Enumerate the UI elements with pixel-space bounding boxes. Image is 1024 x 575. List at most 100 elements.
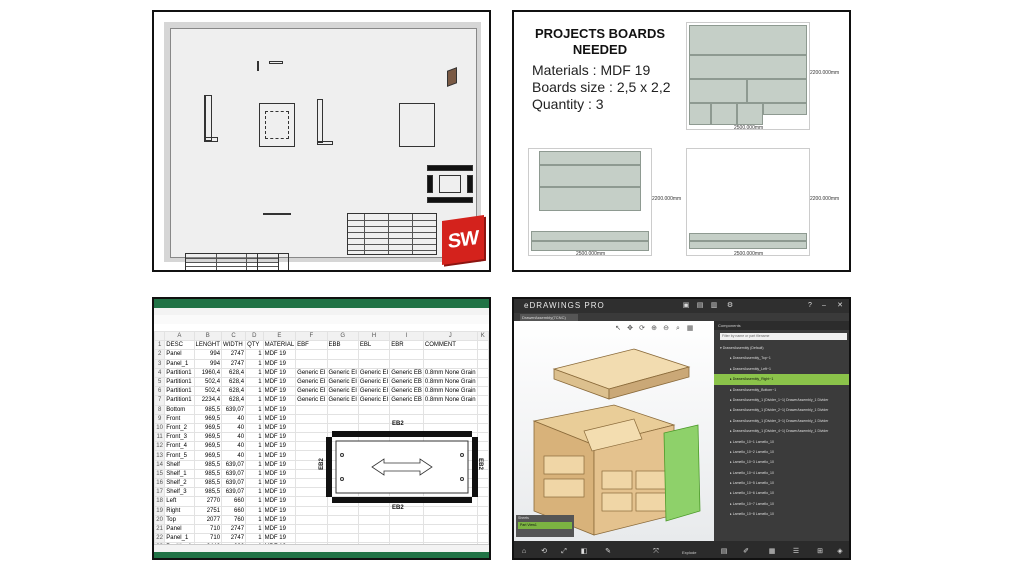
cell[interactable] [476, 386, 489, 397]
cell[interactable]: 2747 [221, 533, 247, 544]
column-header[interactable]: C [221, 330, 247, 342]
row-number[interactable]: 22 [154, 533, 166, 544]
cell[interactable]: MDF 19 [262, 505, 297, 516]
cell[interactable]: Generic EI [295, 367, 328, 378]
cell[interactable]: 502,4 [193, 376, 223, 388]
cell[interactable]: 1 [245, 487, 264, 498]
tree-item[interactable]: ▸ DrawerAssembly_Top~1 [714, 353, 849, 363]
row-number[interactable]: 13 [154, 450, 166, 461]
column-header[interactable]: A [164, 330, 195, 342]
cell[interactable]: Front_2 [164, 422, 195, 434]
cell[interactable]: 40 [221, 441, 247, 452]
cell[interactable]: 994 [193, 358, 223, 369]
cell[interactable] [422, 404, 478, 415]
tree-item[interactable]: ▸ DrawerAssembly_Left~1 [714, 364, 849, 374]
cell[interactable]: 2747 [221, 523, 247, 535]
cell[interactable]: 1 [245, 404, 264, 415]
cell[interactable]: 969,5 [193, 422, 223, 434]
tree-item[interactable]: ▾ DrawerAssembly (Default) [714, 343, 849, 353]
tree-item[interactable]: ▸ Lamello_10~4 Lamello_10 [714, 468, 849, 478]
column-header[interactable]: K [476, 330, 489, 342]
column-header[interactable]: I [389, 330, 424, 342]
cell[interactable]: 985,5 [193, 477, 223, 489]
home-icon[interactable]: ⌂ [520, 548, 528, 556]
cell[interactable]: 0.8mm None Grain [422, 376, 478, 388]
cell[interactable] [476, 358, 489, 369]
cell[interactable] [357, 358, 391, 369]
cell[interactable]: 985,5 [193, 468, 223, 480]
cell[interactable]: DESC [164, 340, 195, 351]
row-number[interactable]: 6 [154, 386, 166, 397]
cell[interactable]: MDF 19 [262, 496, 297, 507]
cell[interactable]: Partition1 [164, 395, 195, 406]
cell[interactable]: Front_3 [164, 432, 195, 443]
tree-item[interactable]: ▸ Lamello_10~8 Lamello_10 [714, 509, 849, 519]
cell[interactable] [295, 523, 328, 535]
close-icon[interactable]: ✕ [836, 302, 844, 310]
cell[interactable]: 2747 [221, 349, 247, 360]
cell[interactable]: 969,5 [193, 450, 223, 461]
cell[interactable]: 1960,4 [193, 367, 223, 378]
cell[interactable] [357, 404, 391, 415]
cell[interactable]: Front_4 [164, 441, 195, 452]
cell[interactable]: 1 [245, 367, 264, 378]
cell[interactable]: MDF 19 [262, 395, 297, 406]
cell[interactable]: 40 [221, 432, 247, 443]
cell[interactable] [326, 404, 359, 415]
cell[interactable]: 1 [245, 386, 264, 397]
cell[interactable]: Right [164, 505, 195, 516]
cell[interactable] [389, 523, 424, 535]
cell[interactable]: 1 [245, 459, 264, 470]
tab-drawer-assembly[interactable]: DrawerAssembly(7CNC) [520, 314, 578, 321]
explode-icon[interactable]: ⤧ [652, 548, 660, 556]
cell[interactable]: 1 [245, 422, 264, 434]
cell[interactable] [389, 404, 424, 415]
cell[interactable]: Generic EI [326, 367, 359, 378]
cell[interactable]: Bottom [164, 404, 195, 415]
row-number[interactable]: 17 [154, 487, 166, 498]
cell[interactable] [389, 514, 424, 525]
cell[interactable]: MDF 19 [262, 349, 297, 360]
open-icon[interactable]: ▣ [682, 302, 690, 310]
cell[interactable]: LENGHT [193, 340, 223, 351]
cell[interactable]: MDF 19 [262, 422, 297, 434]
cell[interactable] [422, 514, 478, 525]
row-number[interactable]: 14 [154, 459, 166, 470]
cell[interactable]: 0.8mm None Grain [422, 386, 478, 397]
measure-icon[interactable]: ⤢ [560, 548, 568, 556]
tree-item[interactable]: ▸ Lamello_10~3 Lamello_10 [714, 457, 849, 467]
cell[interactable]: EBF [295, 340, 328, 351]
cell[interactable]: 994 [193, 349, 223, 360]
cell[interactable]: 2234,4 [193, 395, 223, 406]
row-number[interactable]: 12 [154, 441, 166, 452]
cell[interactable]: Generic EB [389, 386, 424, 397]
row-number[interactable]: 3 [154, 358, 166, 369]
pen-icon[interactable]: ✐ [742, 548, 750, 556]
cell[interactable] [422, 349, 478, 360]
cell[interactable]: 1 [245, 514, 264, 525]
3d-viewport[interactable]: ↖ ✥ ⟳ ⊕ ⊖ ⌕ ▦ Sheets Part View1 [514, 321, 714, 541]
cell[interactable] [476, 395, 489, 406]
cell[interactable] [476, 376, 489, 388]
cell[interactable]: 1 [245, 349, 264, 360]
cell[interactable]: MDF 19 [262, 386, 297, 397]
cell[interactable]: 40 [221, 450, 247, 461]
cell[interactable]: 628,4 [221, 376, 247, 388]
cell[interactable] [389, 358, 424, 369]
cell[interactable] [357, 349, 391, 360]
cell[interactable]: 985,5 [193, 459, 223, 470]
cell[interactable]: 2077 [193, 514, 223, 525]
cell[interactable]: 1 [245, 432, 264, 443]
row-number[interactable]: 15 [154, 468, 166, 480]
cell[interactable]: MDF 19 [262, 514, 297, 525]
select-icon[interactable]: ↖ [614, 325, 622, 333]
cell[interactable]: Shelf_2 [164, 477, 195, 489]
grid-icon[interactable]: ▦ [768, 548, 776, 556]
row-number[interactable]: 7 [154, 395, 166, 406]
cell[interactable]: Generic EB [389, 367, 424, 378]
cell[interactable]: 639,07 [221, 477, 247, 489]
help-icon[interactable]: ? [806, 302, 814, 310]
cell[interactable]: MDF 19 [262, 413, 297, 424]
cell[interactable] [389, 533, 424, 544]
cell[interactable]: Front [164, 413, 195, 424]
